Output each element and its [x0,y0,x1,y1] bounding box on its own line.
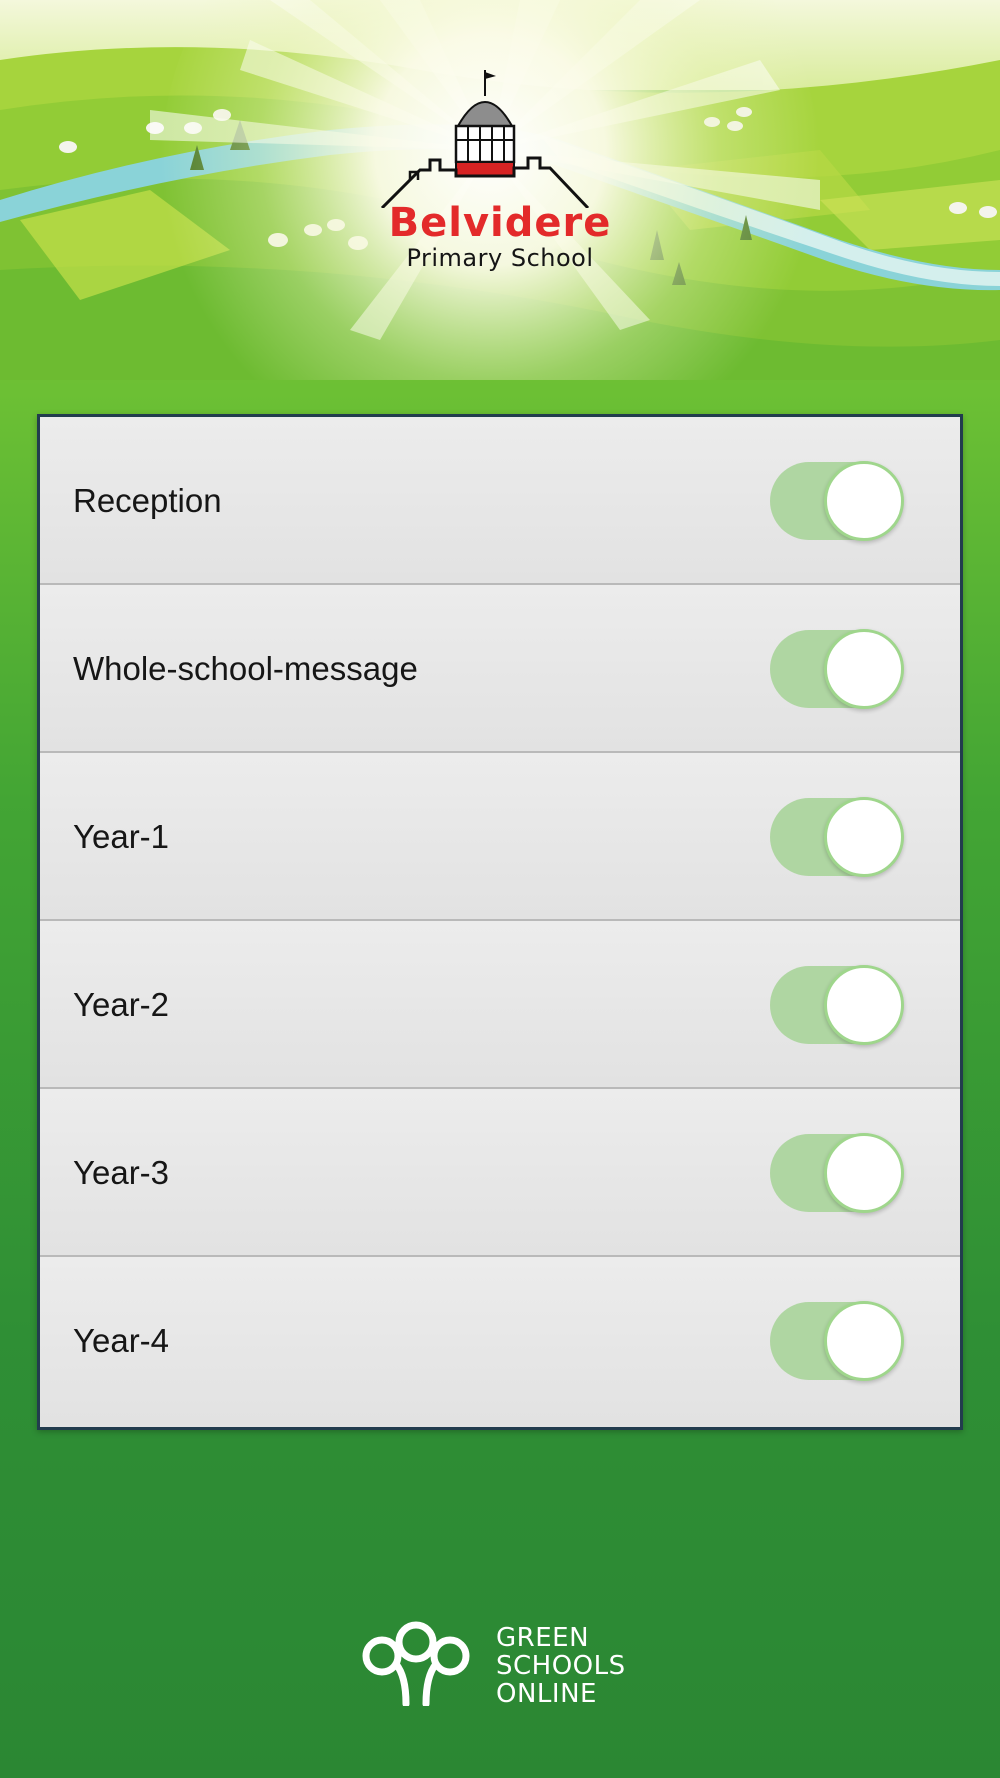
channel-label: Year-3 [73,1154,170,1191]
tree-icon [362,1621,470,1706]
year-2-toggle[interactable] [770,965,904,1045]
reception-toggle[interactable] [770,461,904,541]
toggle-knob [824,965,904,1045]
whole-school-message-toggle[interactable] [770,629,904,709]
channel-label: Year-4 [73,1322,170,1359]
channel-row-year-3: Year-3 [40,1089,960,1257]
brand-line-green: GREEN [496,1623,590,1653]
toggle-knob [824,797,904,877]
green-schools-online-logo: GREEN SCHOOLS ONLINE [360,1620,660,1710]
toggle-knob [824,461,904,541]
year-4-toggle[interactable] [770,1301,904,1381]
channel-row-year-1: Year-1 [40,753,960,921]
brand-wordmark: GREEN SCHOOLS ONLINE [496,1624,626,1708]
notification-channels-list: Reception Whole-school-message Year-1 Ye… [37,414,963,1430]
channel-row-reception: Reception [40,417,960,585]
channel-label: Year-1 [73,818,170,855]
school-logo-subtitle: Primary School [406,244,594,272]
channel-row-year-2: Year-2 [40,921,960,1089]
school-logo-title: Belvidere [388,200,612,246]
school-building-icon [380,70,590,208]
header-banner: Belvidere Primary School [0,0,1000,380]
year-1-toggle[interactable] [770,797,904,877]
channel-label: Year-2 [73,986,170,1023]
channel-row-whole-school-message: Whole-school-message [40,585,960,753]
toggle-knob [824,629,904,709]
toggle-knob [824,1301,904,1381]
channel-label: Whole-school-message [73,650,418,687]
year-3-toggle[interactable] [770,1133,904,1213]
toggle-knob [824,1133,904,1213]
brand-line-online: ONLINE [496,1679,597,1709]
channel-label: Reception [73,482,222,519]
channel-row-year-4: Year-4 [40,1257,960,1425]
brand-line-schools: SCHOOLS [496,1651,626,1681]
